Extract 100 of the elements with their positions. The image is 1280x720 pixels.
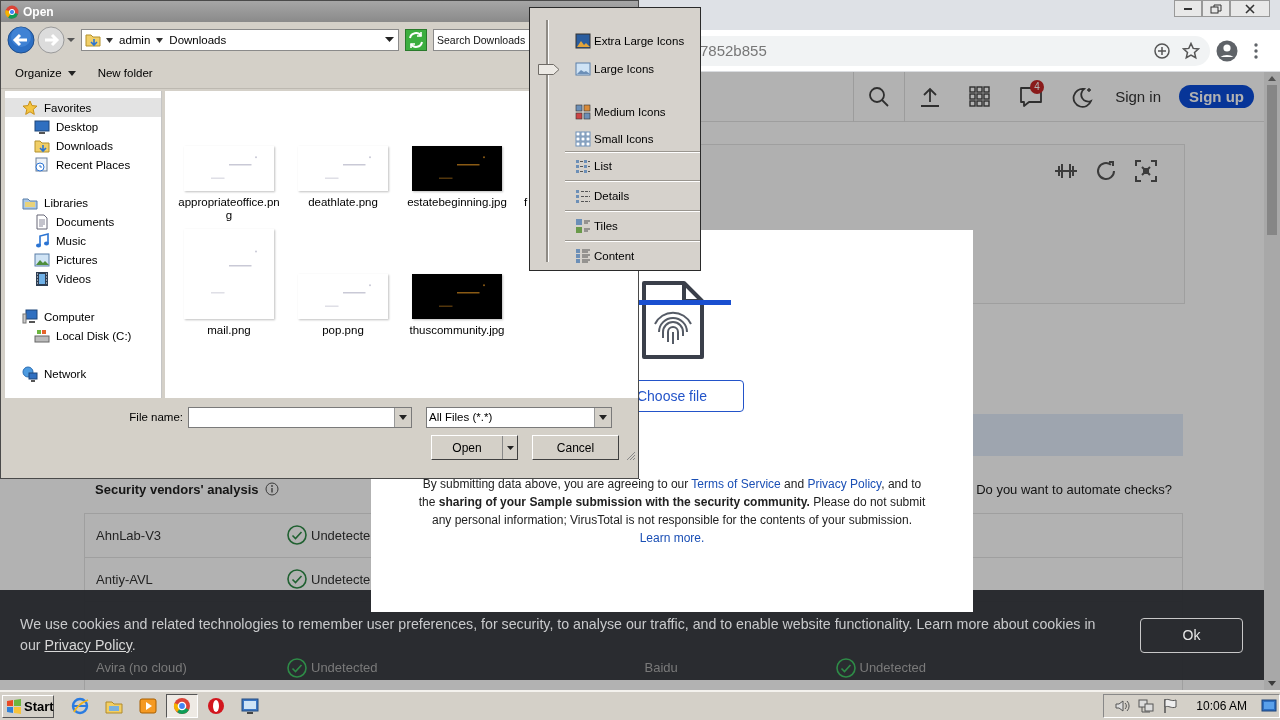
organize-menu[interactable]: Organize (9, 64, 82, 82)
toolbar-button[interactable]: New folder (91, 64, 159, 82)
open-button[interactable]: Open (431, 435, 518, 460)
detection-result: Undetecte (311, 572, 371, 587)
cookie-notice: We use cookies and related technologies to remember user preferences, for security, to analyse our traffic, and to enable website functionality. Learn more about cookies in our Privacy Policy. (20, 615, 1097, 655)
folder-icon (85, 32, 101, 48)
sign-in-link[interactable]: Sign in (1115, 88, 1161, 105)
nav-item[interactable]: Network (5, 364, 161, 383)
file-item[interactable]: thuscommunity.jpg (400, 223, 514, 351)
scroll-up-icon[interactable] (1268, 76, 1276, 81)
restore-button[interactable] (1202, 0, 1230, 17)
view-menu-item[interactable]: Tiles (565, 210, 700, 241)
view-menu-item[interactable]: Small Icons (530, 126, 700, 151)
dropdown-icon[interactable] (385, 37, 394, 43)
view-menu-item[interactable]: Large Icons (530, 56, 700, 81)
breadcrumb[interactable]: admin (118, 34, 152, 46)
nav-item[interactable]: Pictures (5, 250, 161, 269)
file-type-dropdown[interactable]: All Files (*.*) (426, 406, 612, 428)
content-icon (575, 247, 591, 264)
link[interactable]: Privacy Policy (44, 637, 132, 653)
address-field[interactable]: 7852b855 (700, 42, 1142, 59)
desktop-icon[interactable] (1261, 698, 1277, 714)
nav-item[interactable]: Recent Places (5, 155, 161, 174)
address-bar[interactable]: admin Downloads (81, 29, 399, 51)
check-circle-icon (287, 525, 307, 546)
nav-item[interactable]: Desktop (5, 117, 161, 136)
caret-icon (506, 445, 514, 450)
caret-icon[interactable] (67, 37, 75, 43)
scroll-down-icon[interactable] (1268, 681, 1276, 686)
view-menu-item[interactable]: Content (565, 240, 700, 270)
computer-icon (22, 308, 38, 325)
menu-icon[interactable] (1254, 42, 1258, 59)
file-item[interactable]: appropriateoffice.png (172, 95, 286, 223)
breadcrumb[interactable]: Downloads (168, 34, 228, 46)
file-item[interactable]: pop.png (286, 223, 400, 351)
browser-icon (173, 697, 191, 715)
taskbar-button[interactable] (166, 694, 198, 718)
nav-item[interactable]: Documents (5, 212, 161, 231)
vendor-name: Avira (no cloud) (96, 660, 188, 676)
file-item[interactable]: estatebeginning.jpg (400, 95, 514, 223)
window-title: Open (23, 4, 54, 19)
back-button[interactable] (7, 26, 35, 54)
music-icon (34, 232, 50, 249)
app-icon (5, 4, 19, 19)
refresh-icon[interactable] (1094, 159, 1118, 183)
nav-item[interactable]: Libraries (5, 193, 161, 212)
picture-icon (575, 32, 591, 49)
flag-icon[interactable] (1162, 698, 1179, 714)
cancel-button[interactable]: Cancel (532, 435, 619, 460)
add-icon[interactable] (1154, 42, 1170, 59)
close-button[interactable] (1230, 0, 1270, 17)
network-icon[interactable] (1138, 698, 1155, 714)
view-menu-item[interactable]: List (565, 150, 700, 181)
star-icon[interactable] (1182, 41, 1200, 60)
scrollbar-thumb[interactable] (1267, 85, 1277, 235)
ring-icon (207, 697, 225, 715)
view-menu-item[interactable]: Extra Large Icons (530, 29, 700, 53)
disk-icon (34, 327, 50, 344)
file-item[interactable]: deathlate.png (286, 95, 400, 223)
screen-icon (241, 697, 259, 715)
grid-icon[interactable] (969, 85, 992, 108)
nav-item[interactable]: Local Disk (C:) (5, 326, 161, 345)
moon-icon[interactable] (1071, 85, 1094, 108)
link[interactable]: Terms of Service (691, 477, 781, 491)
nav-item[interactable]: Favorites (5, 98, 161, 117)
sign-up-button[interactable]: Sign up (1179, 85, 1254, 108)
profile-icon[interactable] (1216, 39, 1238, 62)
grid-icon (575, 130, 591, 147)
view-menu-item[interactable]: Medium Icons (530, 99, 700, 124)
detection-result: Undetected (859, 660, 926, 676)
folder-icon (34, 137, 50, 154)
ok-button[interactable]: Ok (1140, 617, 1243, 653)
caret-icon (106, 36, 113, 44)
refresh-button[interactable] (405, 29, 427, 51)
picture-icon (34, 251, 50, 268)
nav-item[interactable]: Computer (5, 307, 161, 326)
film-icon (34, 270, 50, 287)
check-circle-icon (287, 658, 307, 678)
file-item[interactable]: mail.png (172, 223, 286, 351)
nav-item[interactable]: Videos (5, 269, 161, 288)
detection-result: Undetected (311, 660, 378, 676)
link[interactable]: Learn more. (639, 531, 705, 545)
caret-icon (156, 36, 164, 44)
caret-icon (67, 70, 76, 76)
file-name-field[interactable] (188, 406, 412, 428)
minimize-button[interactable] (1174, 0, 1202, 17)
upload-icon[interactable] (919, 85, 942, 108)
frame-icon[interactable] (1134, 159, 1158, 183)
search-field[interactable]: Search Downloads (433, 29, 529, 51)
view-menu-item[interactable]: Details (565, 180, 700, 211)
restore-icon (1210, 3, 1222, 14)
dropdown-icon[interactable] (399, 414, 407, 420)
automation-prompt: Do you want to automate checks? (976, 481, 1172, 497)
nav-item[interactable]: Music (5, 231, 161, 250)
consent-text: By submitting data above, you are agreeing to our Terms of Service and Privacy Policy, and to the sharing of your Sample submission with the security community. Please do not submit any personal information; VirusTotal is not responsible for the contents of your submission. Learn more. (418, 476, 926, 547)
nav-item[interactable]: Downloads (5, 136, 161, 155)
slider-thumb[interactable] (538, 63, 560, 75)
picture-icon (575, 60, 591, 77)
speaker-icon[interactable] (1114, 698, 1131, 714)
search-icon[interactable] (868, 85, 891, 108)
